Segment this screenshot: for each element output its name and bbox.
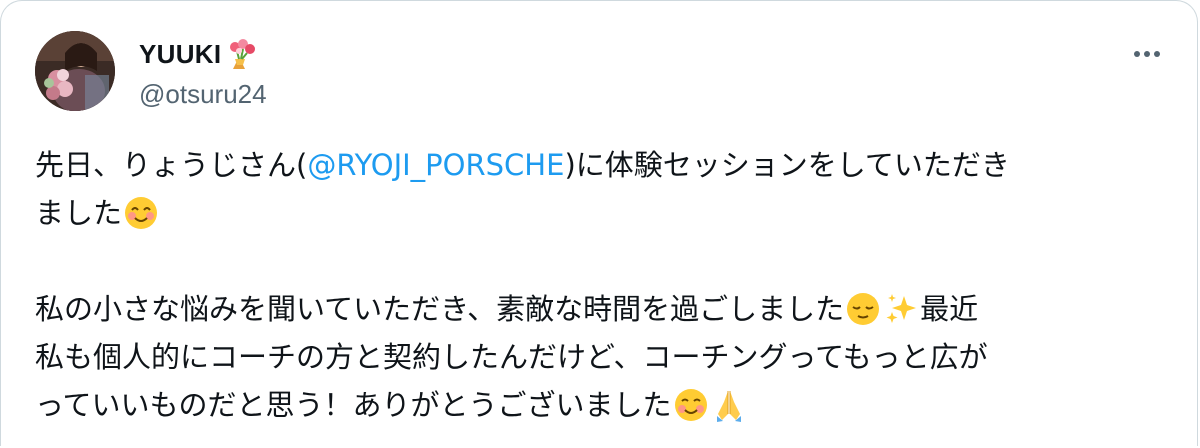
tweet-text-segment: 私も個人的にコーチの方と契約したんだけど、コーチングってもっと広が	[35, 340, 988, 374]
smiling-blush-face-icon	[125, 197, 158, 229]
tweet-text-segment: 先日、りょうじさん(	[35, 148, 308, 182]
relieved-face-icon	[847, 293, 880, 325]
tweet-text-segment: 私の小さな悩みを聞いていただき、素敵な時間を過ごしました	[35, 292, 845, 326]
tweet-line: 私の小さな悩みを聞いていただき、素敵な時間を過ごしました 最近	[35, 285, 1175, 333]
smiling-face-icon	[674, 389, 707, 421]
mention-link[interactable]: @RYOJI_PORSCHE	[307, 141, 564, 189]
more-options-button[interactable]	[1127, 41, 1167, 67]
tweet-text: 先日、りょうじさん(@RYOJI_PORSCHE)に体験セッションをしていただき…	[35, 141, 1175, 429]
tweet-line: 先日、りょうじさん(@RYOJI_PORSCHE)に体験セッションをしていただき	[35, 141, 1175, 189]
more-dots-icon	[1134, 51, 1160, 57]
tweet-card: YUUKI @otsuru24 先日、りょうじさん(@RYOJI_PORSCHE…	[0, 0, 1198, 446]
avatar[interactable]	[35, 31, 115, 111]
tweet-text-segment: っていいものだと思う！ありがとうございました	[35, 388, 672, 422]
avatar-photo	[35, 31, 115, 111]
tweet-text-segment: 最近	[920, 292, 979, 326]
tweet-line: っていいものだと思う！ありがとうございました	[35, 381, 1175, 429]
sparkles-icon	[886, 294, 917, 323]
tweet-text-segment: )に体験セッションをしていただき	[564, 148, 1010, 182]
bouquet-icon	[223, 37, 257, 71]
folded-hands-icon	[716, 391, 741, 422]
tweet-text-segment: ました	[35, 196, 123, 230]
user-handle[interactable]: @otsuru24	[139, 79, 267, 110]
tweet-line: 私も個人的にコーチの方と契約したんだけど、コーチングってもっと広が	[35, 333, 1175, 381]
tweet-line: ました	[35, 189, 1175, 237]
name-row: YUUKI	[139, 37, 257, 71]
display-name[interactable]: YUUKI	[139, 39, 221, 70]
